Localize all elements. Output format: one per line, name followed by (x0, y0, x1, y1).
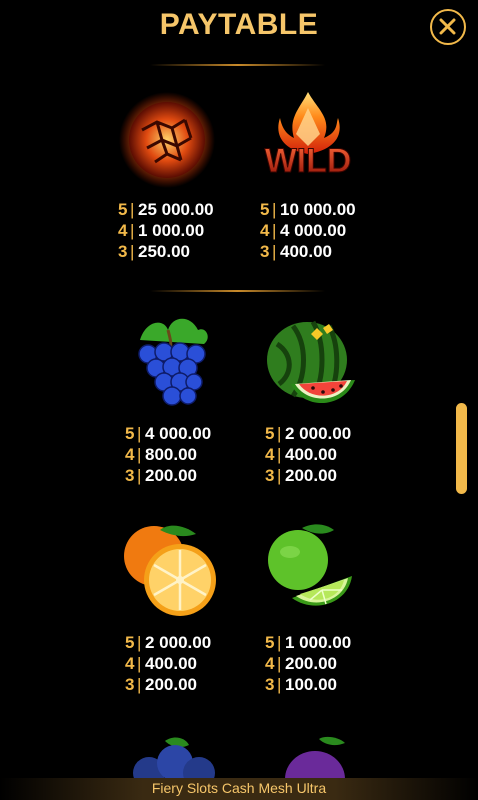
pay-row: 4 | 200.00 (265, 654, 337, 673)
wild-symbol-icon: WILD (258, 88, 358, 188)
pay-row: 3 | 200.00 (125, 466, 197, 485)
pay-row: 5 | 2 000.00 (125, 633, 212, 652)
pay-row: 5 | 4 000.00 (125, 424, 212, 443)
pay-row: 5 | 25 000.00 (118, 200, 214, 219)
close-icon (439, 18, 456, 35)
pay-row: 4 | 800.00 (125, 445, 197, 464)
paytable-title: PAYTABLE (159, 8, 319, 41)
scrollbar-thumb[interactable] (456, 403, 467, 494)
orange-symbol-icon (120, 520, 220, 620)
pay-row: 5 | 2 000.00 (265, 424, 352, 443)
orange-paytable: 5 | 2 000.00 4 | 400.00 3 | 200.00 (125, 632, 211, 695)
pay-row: 3 | 400.00 (260, 242, 332, 261)
footer-bar: Fiery Slots Cash Mesh Ultra (0, 778, 478, 800)
fireball-paytable: 5 | 25 000.00 4 | 1 000.00 3 | 250.00 (118, 199, 214, 262)
pay-row: 4 | 400.00 (125, 654, 197, 673)
pay-row: 5 | 1 000.00 (265, 633, 352, 652)
pay-row: 4 | 4 000.00 (260, 221, 347, 240)
watermelon-symbol-icon (263, 314, 363, 414)
watermelon-paytable: 5 | 2 000.00 4 | 400.00 3 | 200.00 (265, 423, 351, 486)
divider (150, 64, 325, 66)
divider (150, 290, 325, 292)
pay-row: 3 | 200.00 (125, 675, 197, 694)
fireball-symbol-icon (117, 90, 217, 190)
wild-paytable: 5 | 10 000.00 4 | 4 000.00 3 | 400.00 (260, 199, 356, 262)
game-name: Fiery Slots Cash Mesh Ultra (151, 780, 327, 796)
pay-row: 3 | 200.00 (265, 466, 337, 485)
pay-row: 3 | 100.00 (265, 675, 337, 694)
lime-symbol-icon (262, 520, 362, 620)
pay-row: 3 | 250.00 (118, 242, 190, 261)
grapes-paytable: 5 | 4 000.00 4 | 800.00 3 | 200.00 (125, 423, 211, 486)
lime-paytable: 5 | 1 000.00 4 | 200.00 3 | 100.00 (265, 632, 351, 695)
pay-row: 4 | 400.00 (265, 445, 337, 464)
close-button[interactable] (430, 9, 466, 45)
grapes-symbol-icon (120, 310, 220, 410)
pay-row: 5 | 10 000.00 (260, 200, 356, 219)
plum-symbol-icon (275, 735, 375, 780)
pay-row: 4 | 1 000.00 (118, 221, 205, 240)
wild-label: WILD (265, 142, 352, 180)
blueberry-symbol-icon (125, 735, 225, 780)
